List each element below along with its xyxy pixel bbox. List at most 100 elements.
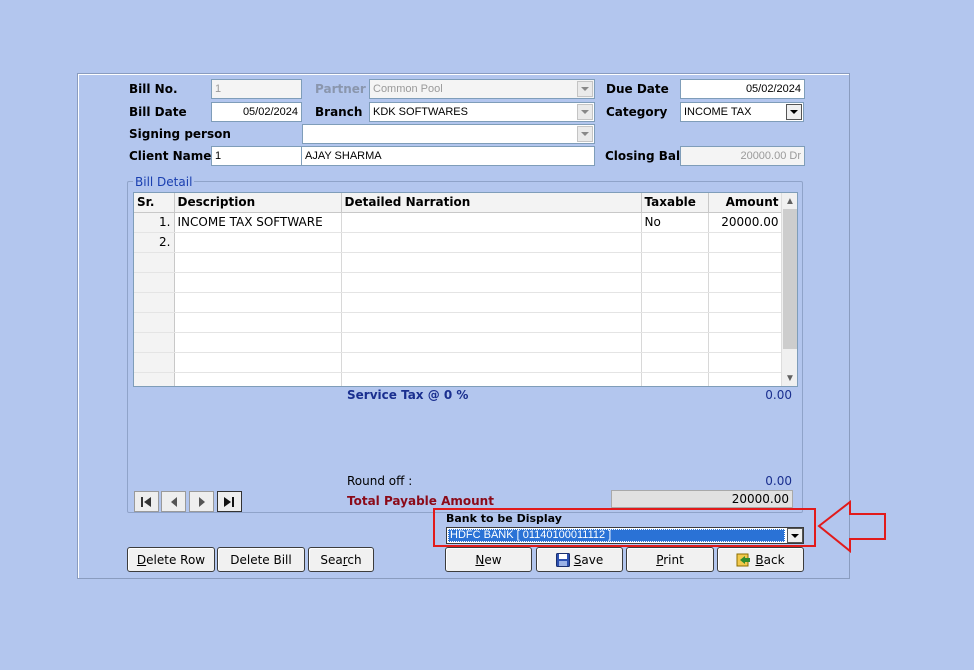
- new-button[interactable]: New: [445, 547, 532, 572]
- delete-row-button[interactable]: Delete Row: [127, 547, 215, 572]
- first-record-button[interactable]: [134, 491, 159, 512]
- row-narration-cell[interactable]: [341, 272, 642, 293]
- row-serial-cell[interactable]: [134, 312, 175, 333]
- row-narration-cell[interactable]: [341, 332, 642, 353]
- total-payable-label: Total Payable Amount: [347, 494, 494, 508]
- due-date-field[interactable]: 05/02/2024: [680, 79, 805, 99]
- row-serial-cell[interactable]: [134, 372, 175, 386]
- col-header-taxable[interactable]: Taxable: [641, 193, 709, 213]
- row-taxable-cell[interactable]: [641, 232, 709, 253]
- chevron-down-icon[interactable]: [577, 104, 593, 120]
- row-amount-cell[interactable]: [708, 292, 783, 313]
- grid-scrollbar[interactable]: ▲ ▼: [781, 193, 797, 386]
- table-row[interactable]: [134, 372, 783, 386]
- row-description-cell[interactable]: [174, 232, 342, 253]
- chevron-down-icon[interactable]: [786, 104, 802, 120]
- back-mnemonic: B: [755, 552, 764, 567]
- client-name-field[interactable]: AJAY SHARMA: [301, 146, 595, 166]
- row-amount-cell[interactable]: [708, 232, 783, 253]
- table-row[interactable]: [134, 292, 783, 313]
- save-button[interactable]: Save: [536, 547, 623, 572]
- branch-select[interactable]: KDK SOFTWARES: [369, 102, 595, 122]
- row-description-cell[interactable]: [174, 292, 342, 313]
- row-description-cell[interactable]: [174, 252, 342, 273]
- next-record-button[interactable]: [189, 491, 214, 512]
- row-serial-cell[interactable]: 1.: [134, 212, 175, 233]
- last-record-icon: [224, 496, 234, 507]
- row-taxable-cell[interactable]: [641, 292, 709, 313]
- chevron-down-icon[interactable]: [577, 81, 593, 97]
- bill-date-field[interactable]: 05/02/2024: [211, 102, 302, 122]
- print-label: rint: [663, 552, 684, 567]
- row-amount-cell[interactable]: [708, 352, 783, 373]
- col-header-description[interactable]: Description: [174, 193, 342, 213]
- row-description-cell[interactable]: [174, 372, 342, 386]
- row-narration-cell[interactable]: [341, 232, 642, 253]
- row-amount-cell[interactable]: 20000.00: [708, 212, 783, 233]
- table-row[interactable]: [134, 332, 783, 353]
- table-row[interactable]: [134, 252, 783, 273]
- table-row[interactable]: 2.: [134, 232, 783, 253]
- row-amount-cell[interactable]: [708, 252, 783, 273]
- exit-door-icon: [736, 553, 751, 566]
- col-header-amount[interactable]: Amount: [708, 193, 783, 213]
- previous-record-button[interactable]: [161, 491, 186, 512]
- bill-detail-legend: Bill Detail: [133, 175, 195, 189]
- branch-value: KDK SOFTWARES: [373, 106, 468, 118]
- row-amount-cell[interactable]: [708, 372, 783, 386]
- row-taxable-cell[interactable]: [641, 312, 709, 333]
- last-record-button[interactable]: [217, 491, 242, 512]
- service-tax-value: 0.00: [765, 388, 792, 402]
- row-taxable-cell[interactable]: No: [641, 212, 709, 233]
- row-narration-cell[interactable]: [341, 372, 642, 386]
- row-serial-cell[interactable]: [134, 272, 175, 293]
- row-description-cell[interactable]: [174, 312, 342, 333]
- partner-select[interactable]: Common Pool: [369, 79, 595, 99]
- new-label: ew: [484, 552, 502, 567]
- row-narration-cell[interactable]: [341, 312, 642, 333]
- client-code-field[interactable]: 1: [211, 146, 302, 166]
- row-taxable-cell[interactable]: [641, 332, 709, 353]
- row-description-cell[interactable]: [174, 352, 342, 373]
- row-narration-cell[interactable]: [341, 212, 642, 233]
- bill-no-label: Bill No.: [129, 82, 178, 96]
- col-header-sr[interactable]: Sr.: [134, 193, 175, 213]
- row-taxable-cell[interactable]: [641, 252, 709, 273]
- row-serial-cell[interactable]: [134, 332, 175, 353]
- bill-detail-grid[interactable]: Sr. Description Detailed Narration Taxab…: [133, 192, 798, 387]
- chevron-down-icon[interactable]: [577, 126, 593, 142]
- scroll-up-icon[interactable]: ▲: [782, 193, 797, 209]
- back-button[interactable]: Back: [717, 547, 804, 572]
- row-description-cell[interactable]: [174, 332, 342, 353]
- signing-person-select[interactable]: [302, 124, 595, 144]
- row-serial-cell[interactable]: [134, 292, 175, 313]
- row-taxable-cell[interactable]: [641, 272, 709, 293]
- table-row[interactable]: [134, 352, 783, 373]
- row-serial-cell[interactable]: [134, 352, 175, 373]
- delete-bill-button[interactable]: Delete Bill: [217, 547, 305, 572]
- table-row[interactable]: [134, 272, 783, 293]
- delete-row-mnemonic: D: [136, 552, 147, 567]
- category-select[interactable]: INCOME TAX: [680, 102, 804, 122]
- row-serial-cell[interactable]: [134, 252, 175, 273]
- row-serial-cell[interactable]: 2.: [134, 232, 175, 253]
- row-amount-cell[interactable]: [708, 332, 783, 353]
- print-button[interactable]: Print: [626, 547, 714, 572]
- row-narration-cell[interactable]: [341, 352, 642, 373]
- row-amount-cell[interactable]: [708, 272, 783, 293]
- branch-label: Branch: [315, 105, 363, 119]
- search-button[interactable]: Search: [308, 547, 374, 572]
- row-amount-cell[interactable]: [708, 312, 783, 333]
- row-taxable-cell[interactable]: [641, 372, 709, 386]
- scroll-down-icon[interactable]: ▼: [782, 370, 797, 386]
- row-narration-cell[interactable]: [341, 292, 642, 313]
- table-row[interactable]: 1. INCOME TAX SOFTWARE No 20000.00: [134, 212, 783, 233]
- col-header-narration[interactable]: Detailed Narration: [341, 193, 642, 213]
- scroll-thumb[interactable]: [783, 209, 797, 349]
- row-description-cell[interactable]: INCOME TAX SOFTWARE: [174, 212, 342, 233]
- bill-no-field[interactable]: 1: [211, 79, 302, 99]
- row-narration-cell[interactable]: [341, 252, 642, 273]
- row-description-cell[interactable]: [174, 272, 342, 293]
- row-taxable-cell[interactable]: [641, 352, 709, 373]
- table-row[interactable]: [134, 312, 783, 333]
